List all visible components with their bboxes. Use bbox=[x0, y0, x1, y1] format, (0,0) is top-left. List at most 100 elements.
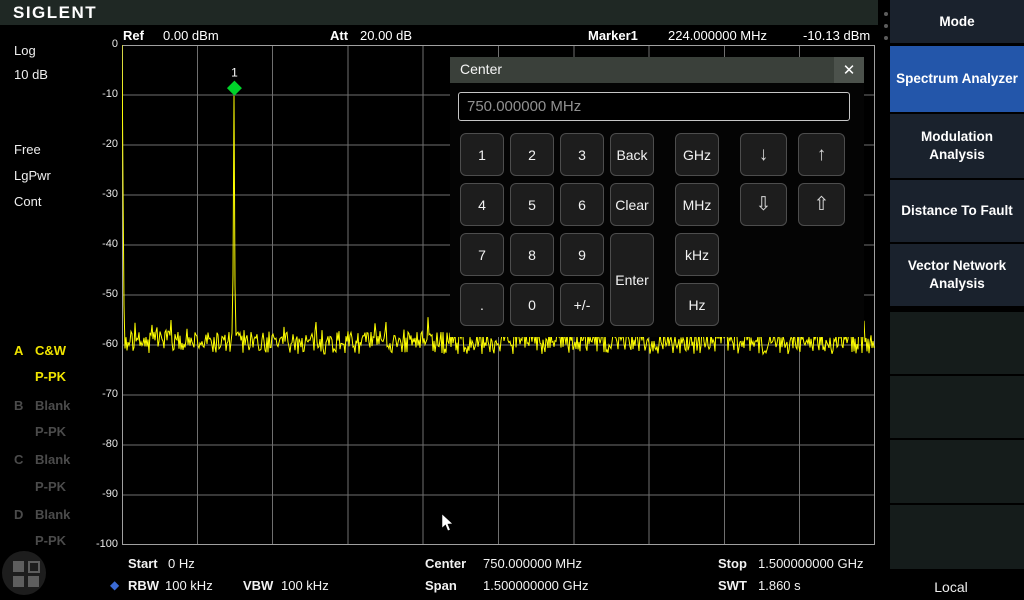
start-value: 0 Hz bbox=[168, 556, 195, 571]
scale-type-label[interactable]: Log bbox=[14, 43, 36, 58]
block-arrow-up-icon[interactable]: ⇧ bbox=[798, 183, 845, 226]
key-1[interactable]: 1 bbox=[460, 133, 504, 176]
trace-b-type[interactable]: Blank bbox=[35, 398, 70, 413]
start-label: Start bbox=[128, 556, 158, 571]
mode-distance-to-fault-button[interactable]: Distance To Fault bbox=[890, 180, 1024, 242]
key-plus-minus[interactable]: +/- bbox=[560, 283, 604, 326]
trace-d-id[interactable]: D bbox=[14, 507, 23, 522]
swt-value: 1.860 s bbox=[758, 578, 801, 593]
vbw-value: 100 kHz bbox=[281, 578, 329, 593]
y-axis-label: -30 bbox=[90, 188, 118, 200]
mode-spectrum-analyzer-button[interactable]: Spectrum Analyzer bbox=[890, 46, 1024, 112]
key-8[interactable]: 8 bbox=[510, 233, 554, 276]
swt-label: SWT bbox=[718, 578, 747, 593]
menu-header-mode: Mode bbox=[890, 0, 1024, 43]
arrow-up-icon[interactable]: ↑ bbox=[798, 133, 845, 176]
key-enter[interactable]: Enter bbox=[610, 233, 654, 326]
rbw-diamond-icon: ◆ bbox=[110, 578, 119, 592]
drag-handle-dots bbox=[884, 12, 888, 16]
key-0[interactable]: 0 bbox=[510, 283, 554, 326]
spectrum-analyzer-screen: SIGLENT Ref 0.00 dBm Att 20.00 dB Marker… bbox=[0, 0, 1024, 600]
trace-c-id[interactable]: C bbox=[14, 452, 23, 467]
marker-label: Marker1 bbox=[588, 28, 638, 43]
key-unit-hz[interactable]: Hz bbox=[675, 283, 719, 326]
key-unit-khz[interactable]: kHz bbox=[675, 233, 719, 276]
grid-square-tl bbox=[13, 561, 24, 572]
center-value: 750.000000 MHz bbox=[483, 556, 582, 571]
grid-square-bl bbox=[13, 576, 24, 587]
center-label: Center bbox=[425, 556, 466, 571]
top-brand-bar: SIGLENT bbox=[0, 0, 878, 25]
home-grid-icon[interactable] bbox=[2, 551, 46, 595]
local-button[interactable]: Local bbox=[878, 574, 1024, 600]
ref-value[interactable]: 0.00 dBm bbox=[163, 28, 219, 43]
mode-vector-network-analysis-button[interactable]: Vector Network Analysis bbox=[890, 244, 1024, 306]
key-3[interactable]: 3 bbox=[560, 133, 604, 176]
close-icon[interactable]: ✕ bbox=[834, 57, 864, 83]
marker-frequency: 224.000000 MHz bbox=[668, 28, 767, 43]
key-7[interactable]: 7 bbox=[460, 233, 504, 276]
mode-modulation-analysis-button[interactable]: Modulation Analysis bbox=[890, 114, 1024, 178]
rbw-label: RBW bbox=[128, 578, 159, 593]
stop-value: 1.500000000 GHz bbox=[758, 556, 864, 571]
y-axis-label: -80 bbox=[90, 438, 118, 450]
trace-c-detector[interactable]: P-PK bbox=[35, 479, 66, 494]
trace-b-detector[interactable]: P-PK bbox=[35, 424, 66, 439]
rbw-value: 100 kHz bbox=[165, 578, 213, 593]
y-axis-label: -40 bbox=[90, 238, 118, 250]
y-axis-label: -10 bbox=[90, 88, 118, 100]
key-unit-ghz[interactable]: GHz bbox=[675, 133, 719, 176]
trace-d-type[interactable]: Blank bbox=[35, 507, 70, 522]
dialog-title-bar[interactable]: Center ✕ bbox=[450, 57, 864, 83]
key-9[interactable]: 9 bbox=[560, 233, 604, 276]
trace-c-type[interactable]: Blank bbox=[35, 452, 70, 467]
mode-empty-button-3[interactable] bbox=[890, 440, 1024, 503]
y-axis-label: -90 bbox=[90, 488, 118, 500]
scale-div-label[interactable]: 10 dB bbox=[14, 67, 48, 82]
frequency-input[interactable] bbox=[458, 92, 850, 121]
drag-handle-dots bbox=[884, 24, 888, 28]
trigger-free-label[interactable]: Free bbox=[14, 142, 41, 157]
trace-a-detector[interactable]: P-PK bbox=[35, 369, 66, 384]
y-axis-label: -60 bbox=[90, 338, 118, 350]
span-label: Span bbox=[425, 578, 457, 593]
siglent-logo: SIGLENT bbox=[13, 3, 97, 23]
trace-d-detector[interactable]: P-PK bbox=[35, 533, 66, 548]
mode-menu-sidebar: Mode Spectrum Analyzer Modulation Analys… bbox=[878, 0, 1024, 600]
key-back[interactable]: Back bbox=[610, 133, 654, 176]
att-label[interactable]: Att bbox=[330, 28, 348, 43]
trace-a-type[interactable]: C&W bbox=[35, 343, 66, 358]
key-2[interactable]: 2 bbox=[510, 133, 554, 176]
key-unit-mhz[interactable]: MHz bbox=[675, 183, 719, 226]
key-6[interactable]: 6 bbox=[560, 183, 604, 226]
trigger-cont-label[interactable]: Cont bbox=[14, 194, 41, 209]
trace-a-id[interactable]: A bbox=[14, 343, 23, 358]
marker-diamond[interactable] bbox=[227, 81, 242, 96]
block-arrow-down-icon[interactable]: ⇩ bbox=[740, 183, 787, 226]
dialog-title: Center bbox=[460, 61, 502, 77]
key-clear[interactable]: Clear bbox=[610, 183, 654, 226]
trigger-lgpwr-label[interactable]: LgPwr bbox=[14, 168, 51, 183]
span-value: 1.500000000 GHz bbox=[483, 578, 589, 593]
grid-square-br bbox=[28, 576, 39, 587]
y-axis-label: 0 bbox=[90, 38, 118, 50]
att-value[interactable]: 20.00 dB bbox=[360, 28, 412, 43]
key-decimal[interactable]: . bbox=[460, 283, 504, 326]
mode-empty-button-2[interactable] bbox=[890, 376, 1024, 438]
marker-amplitude: -10.13 dBm bbox=[803, 28, 870, 43]
y-axis-label: -50 bbox=[90, 288, 118, 300]
trace-b-id[interactable]: B bbox=[14, 398, 23, 413]
drag-handle-dots bbox=[884, 36, 888, 40]
mouse-cursor bbox=[440, 513, 456, 534]
y-axis-label: -20 bbox=[90, 138, 118, 150]
marker-number-label: 1 bbox=[231, 66, 238, 80]
grid-square-tr bbox=[28, 561, 40, 573]
mode-empty-button-1[interactable] bbox=[890, 312, 1024, 374]
key-4[interactable]: 4 bbox=[460, 183, 504, 226]
ref-label[interactable]: Ref bbox=[123, 28, 144, 43]
arrow-down-icon[interactable]: ↓ bbox=[740, 133, 787, 176]
center-frequency-dialog: Center ✕ 1 2 3 Back GHz ↓ ↑ 4 5 6 Clear … bbox=[450, 57, 864, 337]
key-5[interactable]: 5 bbox=[510, 183, 554, 226]
y-axis-label: -100 bbox=[90, 538, 118, 550]
mode-empty-button-4[interactable] bbox=[890, 505, 1024, 569]
